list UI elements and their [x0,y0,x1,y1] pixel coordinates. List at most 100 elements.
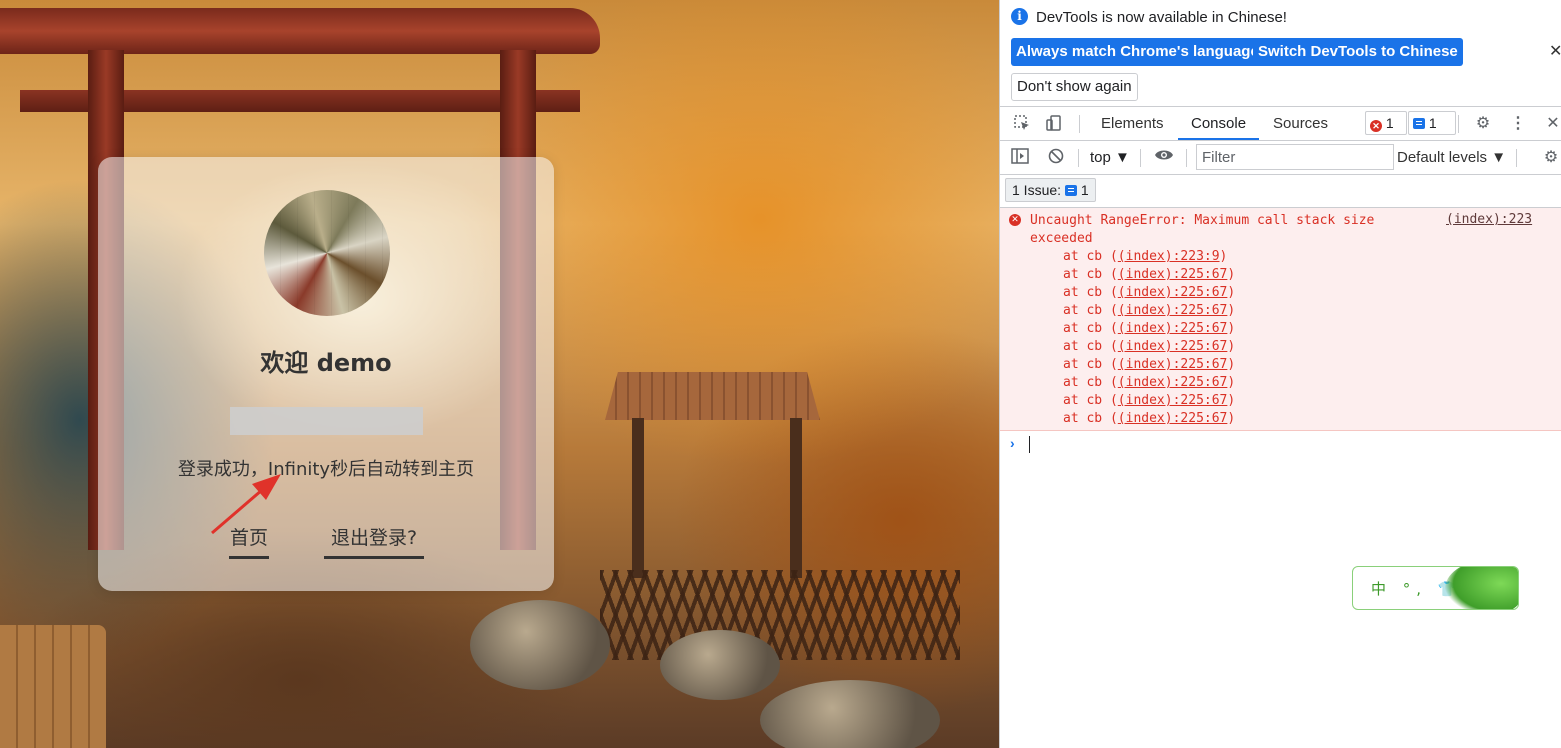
inspect-element-icon[interactable] [1012,114,1032,134]
separator [1140,149,1141,167]
error-count-badge[interactable]: ✕ 1 [1365,111,1407,135]
message-count-badge[interactable]: 1 [1408,111,1456,135]
device-toolbar-icon[interactable] [1044,114,1064,134]
stack-frame-prefix: at cb ( [1063,303,1118,318]
issues-count: 1 [1080,182,1089,198]
stack-frame-link[interactable]: (index):225:67 [1118,393,1228,408]
stack-frame-prefix: at cb ( [1063,375,1118,390]
stack-frame-link[interactable]: (index):223:9 [1118,249,1220,264]
stack-frame: at cb ((index):225:67) [1063,410,1235,428]
stack-frame-suffix: ) [1227,303,1236,318]
console-error-message: ✕ Uncaught RangeError: Maximum call stac… [1000,208,1561,431]
match-language-button[interactable]: Always match Chrome's language [1011,38,1264,66]
screen: 欢迎 demo 登录成功，Infinity秒后自动转到主页 首页 退出登录? i… [0,0,1561,748]
stack-frame: at cb ((index):225:67) [1063,284,1235,302]
error-text: Uncaught RangeError: Maximum call stack … [1030,213,1375,246]
stack-frame: at cb ((index):225:67) [1063,266,1235,284]
close-devtools-icon[interactable]: ✕ [1543,114,1561,134]
stack-frame-suffix: ) [1227,411,1236,426]
switch-language-button[interactable]: Switch DevTools to Chinese [1253,38,1463,66]
prompt-chevron-icon: › [1010,435,1015,451]
ime-status-bar[interactable]: 中 °, 👕 [1352,566,1519,610]
sidebar-toggle-icon[interactable] [1010,148,1030,168]
error-source-link[interactable]: (index):223 [1446,212,1532,227]
console-settings-gear-icon[interactable]: ⚙ [1541,148,1561,168]
stack-frame-prefix: at cb ( [1063,339,1118,354]
clear-console-icon[interactable] [1046,148,1066,168]
separator [1458,115,1459,133]
info-icon: i [1011,8,1028,25]
stack-frame: at cb ((index):225:67) [1063,302,1235,320]
stack-frame-link[interactable]: (index):225:67 [1118,375,1228,390]
log-levels-dropdown[interactable]: Default levels ▼ [1397,149,1506,166]
stack-frame-link[interactable]: (index):225:67 [1118,357,1228,372]
stack-frame-suffix: ) [1227,393,1236,408]
issues-button[interactable]: 1 Issue: 1 [1005,178,1096,202]
tab-elements[interactable]: Elements [1101,107,1164,140]
text-caret [1029,436,1030,453]
stack-frame-suffix: ) [1227,321,1236,336]
stack-frame-suffix: ) [1219,249,1228,264]
error-icon: ✕ [1009,214,1021,226]
stack-frame: at cb ((index):225:67) [1063,338,1235,356]
tab-console[interactable]: Console [1178,107,1260,140]
stack-frame-prefix: at cb ( [1063,267,1118,282]
logout-link[interactable]: 退出登录? [324,523,424,559]
language-infobar: i DevTools is now available in Chinese! … [1000,0,1561,107]
dont-show-again-button[interactable]: Don't show again [1011,73,1138,101]
separator [1079,115,1080,133]
eye-icon[interactable] [1154,148,1174,168]
stack-frame: at cb ((index):225:67) [1063,374,1235,392]
wooden-barrel [0,625,106,748]
infobar-message: DevTools is now available in Chinese! [1036,9,1287,26]
close-icon[interactable]: ✕ [1549,41,1561,61]
stack-frame-prefix: at cb ( [1063,321,1118,336]
stack-frame-suffix: ) [1227,285,1236,300]
separator [1186,149,1187,167]
error-count: 1 [1385,115,1394,131]
message-count: 1 [1428,115,1437,131]
stack-frame-link[interactable]: (index):225:67 [1118,321,1228,336]
stack-frame-suffix: ) [1227,267,1236,282]
stack-frame-suffix: ) [1227,339,1236,354]
issue-message-icon [1064,185,1077,196]
stack-trace: at cb ((index):223:9) at cb ((index):225:… [1063,248,1235,428]
error-icon: ✕ [1370,120,1382,132]
console-prompt[interactable]: › [1000,432,1561,456]
stack-frame: at cb ((index):225:67) [1063,320,1235,338]
home-link[interactable]: 首页 [229,523,269,559]
welcome-heading: 欢迎 demo [98,343,554,378]
stack-frame-link[interactable]: (index):225:67 [1118,267,1228,282]
username: demo [316,349,392,377]
console-toolbar: top ▼ Default levels ▼ ⚙ [1000,141,1561,175]
wooden-fence [600,570,960,660]
redacted-bar [230,407,423,435]
stack-frame-prefix: at cb ( [1063,411,1118,426]
gear-icon[interactable]: ⚙ [1473,114,1493,134]
issues-label: 1 Issue: [1012,182,1065,198]
welcome-prefix: 欢迎 [260,349,317,377]
devtools-tabbar: Elements Console Sources ✕ 1 1 ⚙ ⋮ ✕ [1000,107,1561,141]
stack-frame-prefix: at cb ( [1063,249,1118,264]
page-viewport: 欢迎 demo 登录成功，Infinity秒后自动转到主页 首页 退出登录? [0,0,999,748]
stack-frame-prefix: at cb ( [1063,357,1118,372]
separator [1078,149,1079,167]
tab-sources[interactable]: Sources [1273,107,1328,140]
stack-frame-prefix: at cb ( [1063,393,1118,408]
avatar [264,190,390,316]
issues-bar: 1 Issue: 1 [1000,175,1561,208]
more-options-icon[interactable]: ⋮ [1508,114,1528,134]
leaf-decoration-icon [1445,567,1518,609]
stack-frame-link[interactable]: (index):225:67 [1118,339,1228,354]
stack-frame-link[interactable]: (index):225:67 [1118,285,1228,300]
stack-frame: at cb ((index):225:67) [1063,356,1235,374]
filter-input[interactable] [1196,144,1394,170]
context-selector[interactable]: top ▼ [1090,149,1130,166]
stack-frame-link[interactable]: (index):225:67 [1118,411,1228,426]
login-success-card: 欢迎 demo 登录成功，Infinity秒后自动转到主页 首页 退出登录? [98,157,554,591]
stack-frame-link[interactable]: (index):225:67 [1118,303,1228,318]
shrine-post-right [790,418,802,578]
rock [760,680,940,748]
shrine-roof [605,372,820,420]
rock [470,600,610,690]
